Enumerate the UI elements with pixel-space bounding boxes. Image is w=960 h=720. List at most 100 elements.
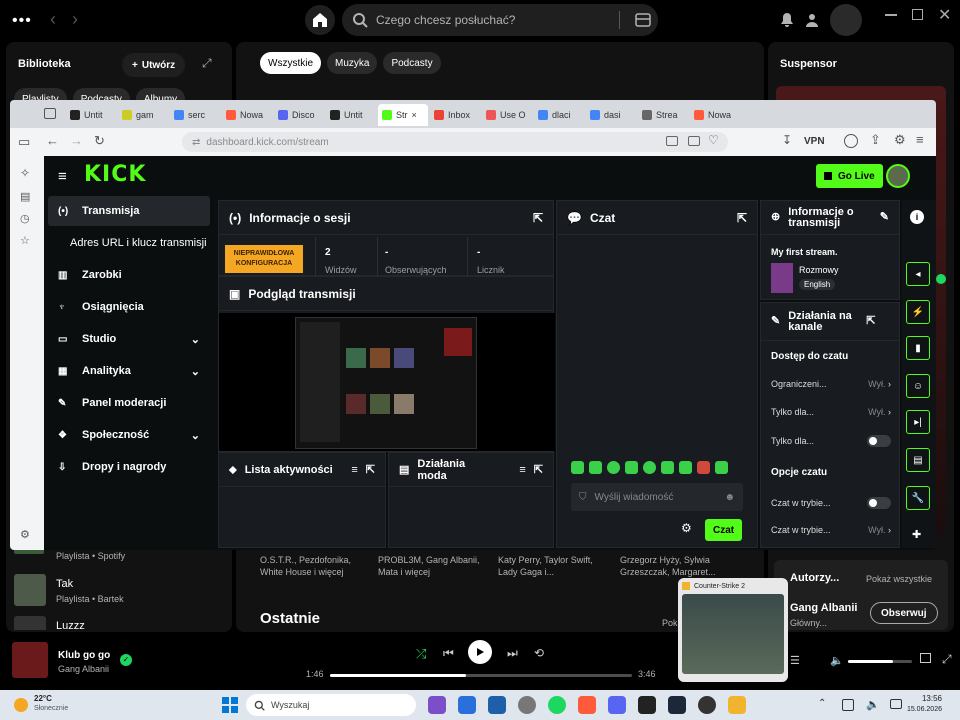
volume-icon[interactable]: 🔈	[830, 654, 844, 667]
history-icon[interactable]: ◷	[20, 212, 30, 225]
sidebar-item-5[interactable]: ▭ Studio ⌄	[48, 324, 210, 354]
wrench-icon[interactable]: 🔧	[906, 486, 930, 510]
browser-tab[interactable]: Strea	[638, 104, 688, 126]
forward-icon[interactable]: →	[70, 133, 83, 148]
screenshot-icon[interactable]	[666, 136, 678, 146]
library-item-title[interactable]: Tak	[56, 578, 73, 590]
clock-time[interactable]: 13:56	[906, 694, 942, 703]
emote-icon[interactable]	[661, 461, 674, 474]
minimize-icon[interactable]	[885, 14, 897, 16]
follow-button[interactable]: Obserwuj	[870, 602, 938, 624]
home-button[interactable]	[305, 5, 335, 35]
chat-mode-toggle[interactable]	[867, 497, 891, 509]
kick-logo[interactable]: KICK	[84, 162, 146, 187]
chat-settings-icon[interactable]: ⚙	[681, 521, 692, 535]
edit-icon[interactable]: ✎	[880, 212, 889, 223]
back-icon[interactable]: ‹	[50, 9, 56, 30]
taskbar-thumbnail[interactable]: Counter-Strike 2	[678, 578, 788, 682]
browser-tab[interactable]: dasi	[586, 104, 636, 126]
network-icon[interactable]	[842, 699, 854, 711]
track-title[interactable]: Klub go go	[58, 650, 110, 661]
browser-tab[interactable]: Nowa	[690, 104, 740, 126]
category-thumbnail[interactable]	[771, 263, 793, 293]
emote-icon[interactable]	[625, 461, 638, 474]
windows-start-icon[interactable]	[222, 697, 238, 713]
speaker-icon[interactable]: 🔈	[866, 698, 880, 711]
browser-tab[interactable]: Use O	[482, 104, 532, 126]
stream-category[interactable]: Rozmowy	[799, 265, 839, 275]
previous-icon[interactable]: ⏮	[443, 646, 454, 661]
browser-tab[interactable]: Str ×	[378, 104, 428, 126]
filter-all[interactable]: Wszystkie	[260, 52, 321, 74]
config-warning-badge[interactable]: NIEPRAWIDŁOWA KONFIGURACJA	[225, 245, 303, 273]
bookmarks-icon[interactable]: ☆	[20, 234, 30, 247]
sidebar-item-7[interactable]: ✎ Panel moderacji	[48, 388, 210, 418]
chat-message-input[interactable]: ⛉ Wyślij wiadomość ☻	[571, 483, 743, 511]
url-field[interactable]: ⇄ dashboard.kick.com/stream	[182, 132, 728, 152]
saved-check-icon[interactable]: ✓	[120, 654, 132, 666]
user-avatar[interactable]	[830, 4, 862, 36]
track-artist[interactable]: Gang Albanii	[58, 664, 109, 674]
forward-icon[interactable]: ›	[72, 9, 78, 30]
clip-icon[interactable]: ◂	[906, 262, 930, 286]
friends-icon[interactable]	[806, 12, 822, 28]
emote-icon[interactable]	[643, 461, 656, 474]
layout-icon[interactable]: ▤	[906, 448, 930, 472]
clock-date[interactable]: 15.06.2026	[896, 706, 942, 713]
filter-music[interactable]: Muzyka	[327, 52, 378, 74]
raid-icon[interactable]: ⚡	[906, 300, 930, 324]
camera-icon[interactable]	[688, 136, 700, 146]
app-icon[interactable]	[428, 696, 446, 714]
sidebar-item-6[interactable]: ▦ Analityka ⌄	[48, 356, 210, 386]
add-action-icon[interactable]: ✚	[912, 528, 921, 541]
weather-icon[interactable]	[14, 698, 28, 712]
vpn-badge[interactable]: VPN	[804, 136, 825, 147]
popout-icon[interactable]: ⇱	[533, 211, 543, 225]
reload-icon[interactable]: ↻	[94, 133, 105, 149]
emote-icon[interactable]	[715, 461, 728, 474]
library-item-title[interactable]: Luzzz	[56, 620, 85, 632]
filter-podcasts[interactable]: Podcasty	[383, 52, 441, 74]
spotify-search-input[interactable]: Czego chcesz posłuchać?	[342, 4, 658, 36]
share-icon[interactable]: ⇪	[870, 132, 881, 148]
emote-icon[interactable]	[589, 461, 602, 474]
create-button[interactable]: + Utwórz	[122, 53, 186, 77]
user-avatar[interactable]	[886, 164, 910, 188]
spotify-icon[interactable]	[548, 696, 566, 714]
go-live-button[interactable]: Go Live	[816, 164, 883, 188]
more-icon[interactable]: •••	[12, 12, 32, 30]
browser-tab[interactable]: Untit	[66, 104, 116, 126]
info-icon[interactable]: i	[910, 210, 924, 224]
play-button[interactable]	[468, 640, 492, 664]
hamburger-menu-icon[interactable]: ≡	[58, 168, 67, 185]
steam-icon[interactable]	[668, 696, 686, 714]
artist-name[interactable]: Gang Albanii	[790, 602, 857, 614]
sidebar-item-8[interactable]: ❖ Społeczność ⌄	[48, 420, 210, 450]
preview-video[interactable]	[295, 317, 477, 449]
sidebar-item-3[interactable]: ▥ Zarobki	[48, 260, 210, 290]
popout-icon[interactable]: ⇱	[534, 464, 543, 476]
queue-icon[interactable]: ☰	[790, 654, 800, 667]
sidebar-item-4[interactable]: ♆ Osiągnięcia	[48, 292, 210, 322]
repeat-icon[interactable]: ⟲	[534, 646, 544, 660]
fullscreen-icon[interactable]: ⤢	[942, 652, 952, 667]
app-icon[interactable]	[638, 696, 656, 714]
emote-icon[interactable]	[679, 461, 692, 474]
tab-overview-icon[interactable]	[44, 108, 56, 119]
chat-setting-row[interactable]: Czat w trybie... Wył. ›	[771, 525, 891, 535]
skip-icon[interactable]: ▸|	[906, 410, 930, 434]
shuffle-icon[interactable]: ⤮	[416, 646, 426, 662]
chat-mode-icon[interactable]: ☺	[906, 374, 930, 398]
browser-tab[interactable]: Nowa	[222, 104, 272, 126]
bell-icon[interactable]	[780, 12, 794, 28]
emote-icon[interactable]	[697, 461, 710, 474]
discord-icon[interactable]	[608, 696, 626, 714]
emote-icon[interactable]	[571, 461, 584, 474]
sidebar-toggle-icon[interactable]: ▭	[18, 134, 30, 150]
volume-slider[interactable]	[848, 660, 912, 663]
messenger-icon[interactable]	[458, 696, 476, 714]
filter-icon[interactable]: ≡	[519, 464, 525, 476]
tray-chevron-icon[interactable]: ⌃	[818, 698, 826, 709]
mini-player-icon[interactable]	[920, 653, 931, 663]
browser-tab[interactable]: Disco	[274, 104, 324, 126]
